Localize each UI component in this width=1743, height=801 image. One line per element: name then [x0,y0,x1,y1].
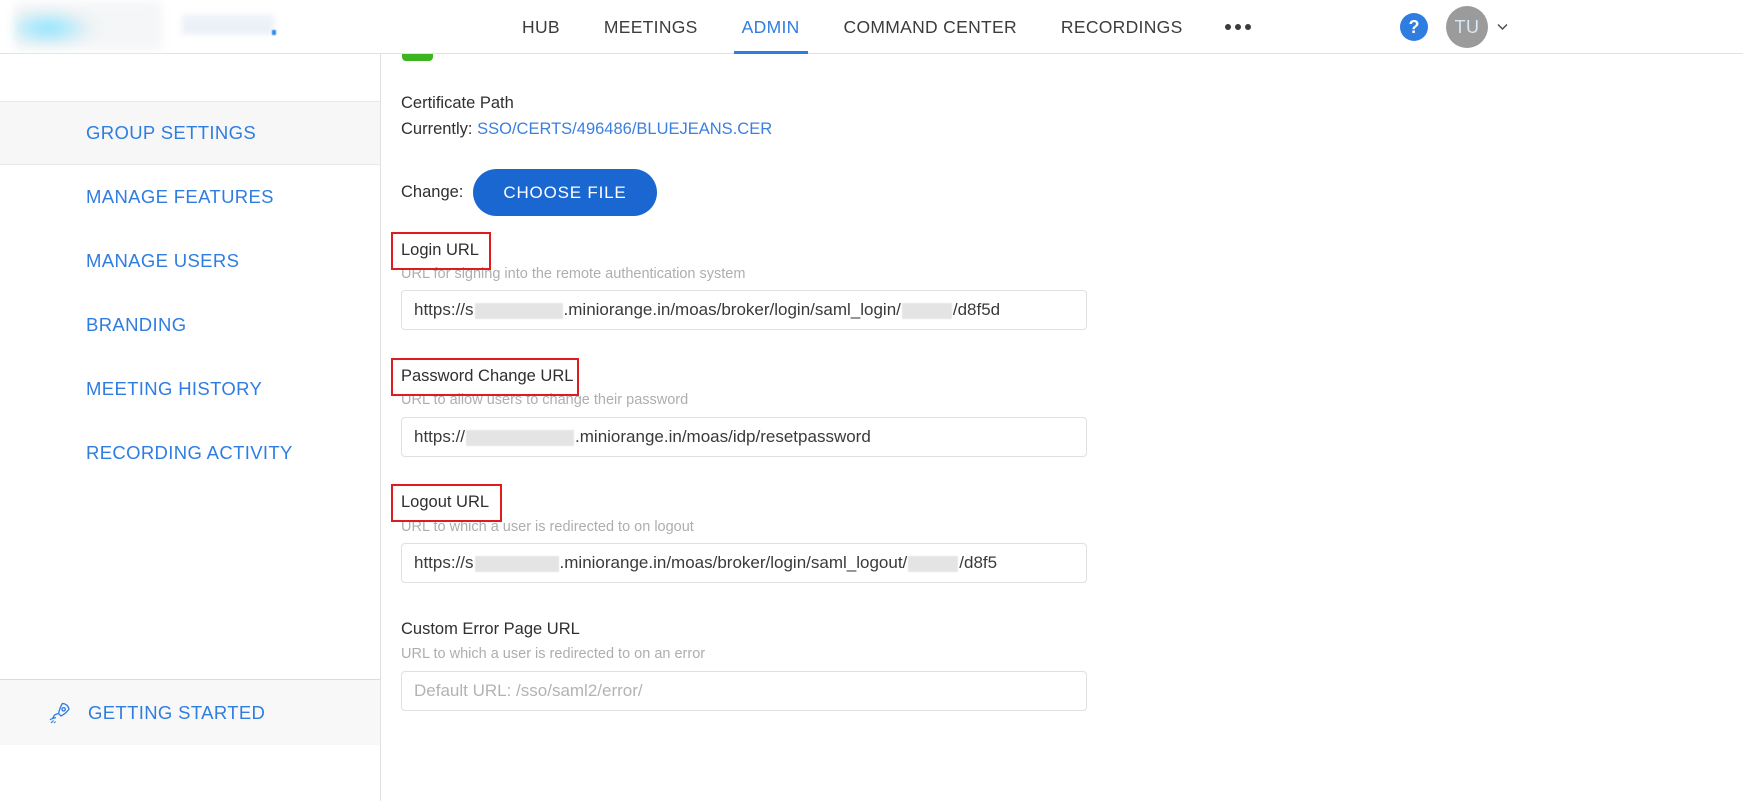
sidebar-item-group-settings[interactable]: GROUP SETTINGS [0,101,380,165]
primary-nav: HUB MEETINGS ADMIN COMMAND CENTER RECORD… [500,0,1271,54]
sidebar-item-manage-users[interactable]: MANAGE USERS [0,229,380,293]
brand-logo[interactable] [14,2,162,50]
nav-item-hub[interactable]: HUB [500,0,582,54]
sidebar-item-label: MANAGE USERS [86,250,240,271]
help-icon[interactable]: ? [1400,13,1428,41]
sidebar-item-label: RECORDING ACTIVITY [86,442,293,463]
sidebar-item-label: GROUP SETTINGS [86,122,257,143]
nav-overflow-icon[interactable] [1205,0,1271,54]
custom-error-page-url-input[interactable]: Default URL: /sso/saml2/error/ [401,671,1087,711]
sidebar-item-label: BRANDING [86,314,187,335]
logout-url-input[interactable]: https://s .miniorange.in/moas/broker/logi… [401,543,1087,583]
nav-item-admin[interactable]: ADMIN [720,0,822,54]
sidebar-item-label: MEETING HISTORY [86,378,263,399]
certificate-change-label: Change: [401,183,464,201]
custom-error-page-url-help: URL to which a user is redirected to on … [401,646,706,662]
logout-url-label: Logout URL [401,493,490,511]
certificate-path-title: Certificate Path [401,94,514,112]
sidebar-item-getting-started[interactable]: GETTING STARTED [0,679,380,745]
sidebar-item-manage-features[interactable]: MANAGE FEATURES [0,165,380,229]
rocket-icon [48,701,72,725]
password-change-url-value: https://.miniorange.in/moas/idp/resetpas… [414,427,871,446]
login-url-input[interactable]: https://s .miniorange.in/moas/broker/logi… [401,290,1087,330]
password-change-url-input[interactable]: https://.miniorange.in/moas/idp/resetpas… [401,417,1087,457]
login-url-label: Login URL [401,241,479,259]
certificate-path-link[interactable]: SSO/CERTS/496486/BLUEJEANS.CER [477,120,772,138]
app-header: HUB MEETINGS ADMIN COMMAND CENTER RECORD… [0,0,1743,54]
nav-item-recordings[interactable]: RECORDINGS [1039,0,1205,54]
nav-item-command-center[interactable]: COMMAND CENTER [822,0,1039,54]
sidebar-item-meeting-history[interactable]: MEETING HISTORY [0,357,380,421]
password-change-url-help: URL to allow users to change their passw… [401,392,689,408]
login-url-help: URL for signing into the remote authenti… [401,266,746,282]
brand-subtitle-redacted [182,14,274,34]
sidebar-item-label: MANAGE FEATURES [86,186,274,207]
brand-subtitle-dot [272,30,276,35]
certificate-change-row: Change: CHOOSE FILE [401,169,657,216]
sidebar-item-recording-activity[interactable]: RECORDING ACTIVITY [0,421,380,485]
enabled-toggle-partial[interactable] [402,54,433,61]
login-url-value: https://s .miniorange.in/moas/broker/logi… [414,300,1001,319]
nav-item-meetings[interactable]: MEETINGS [582,0,720,54]
sidebar-getting-started-label: GETTING STARTED [88,701,266,723]
logout-url-help: URL to which a user is redirected to on … [401,519,694,535]
admin-sidebar: GROUP SETTINGS MANAGE FEATURES MANAGE US… [0,54,381,801]
certificate-current-row: Currently: SSO/CERTS/496486/BLUEJEANS.CE… [401,120,772,139]
chevron-down-icon[interactable] [1496,20,1509,33]
avatar[interactable]: TU [1446,6,1488,48]
custom-error-page-url-label: Custom Error Page URL [401,620,580,638]
certificate-current-label: Currently: [401,120,473,138]
logout-url-value: https://s .miniorange.in/moas/broker/logi… [414,553,998,572]
password-change-url-label: Password Change URL [401,367,574,385]
group-settings-panel: Certificate Path Currently: SSO/CERTS/49… [382,54,1743,801]
choose-file-button[interactable]: CHOOSE FILE [473,169,657,216]
sidebar-item-branding[interactable]: BRANDING [0,293,380,357]
